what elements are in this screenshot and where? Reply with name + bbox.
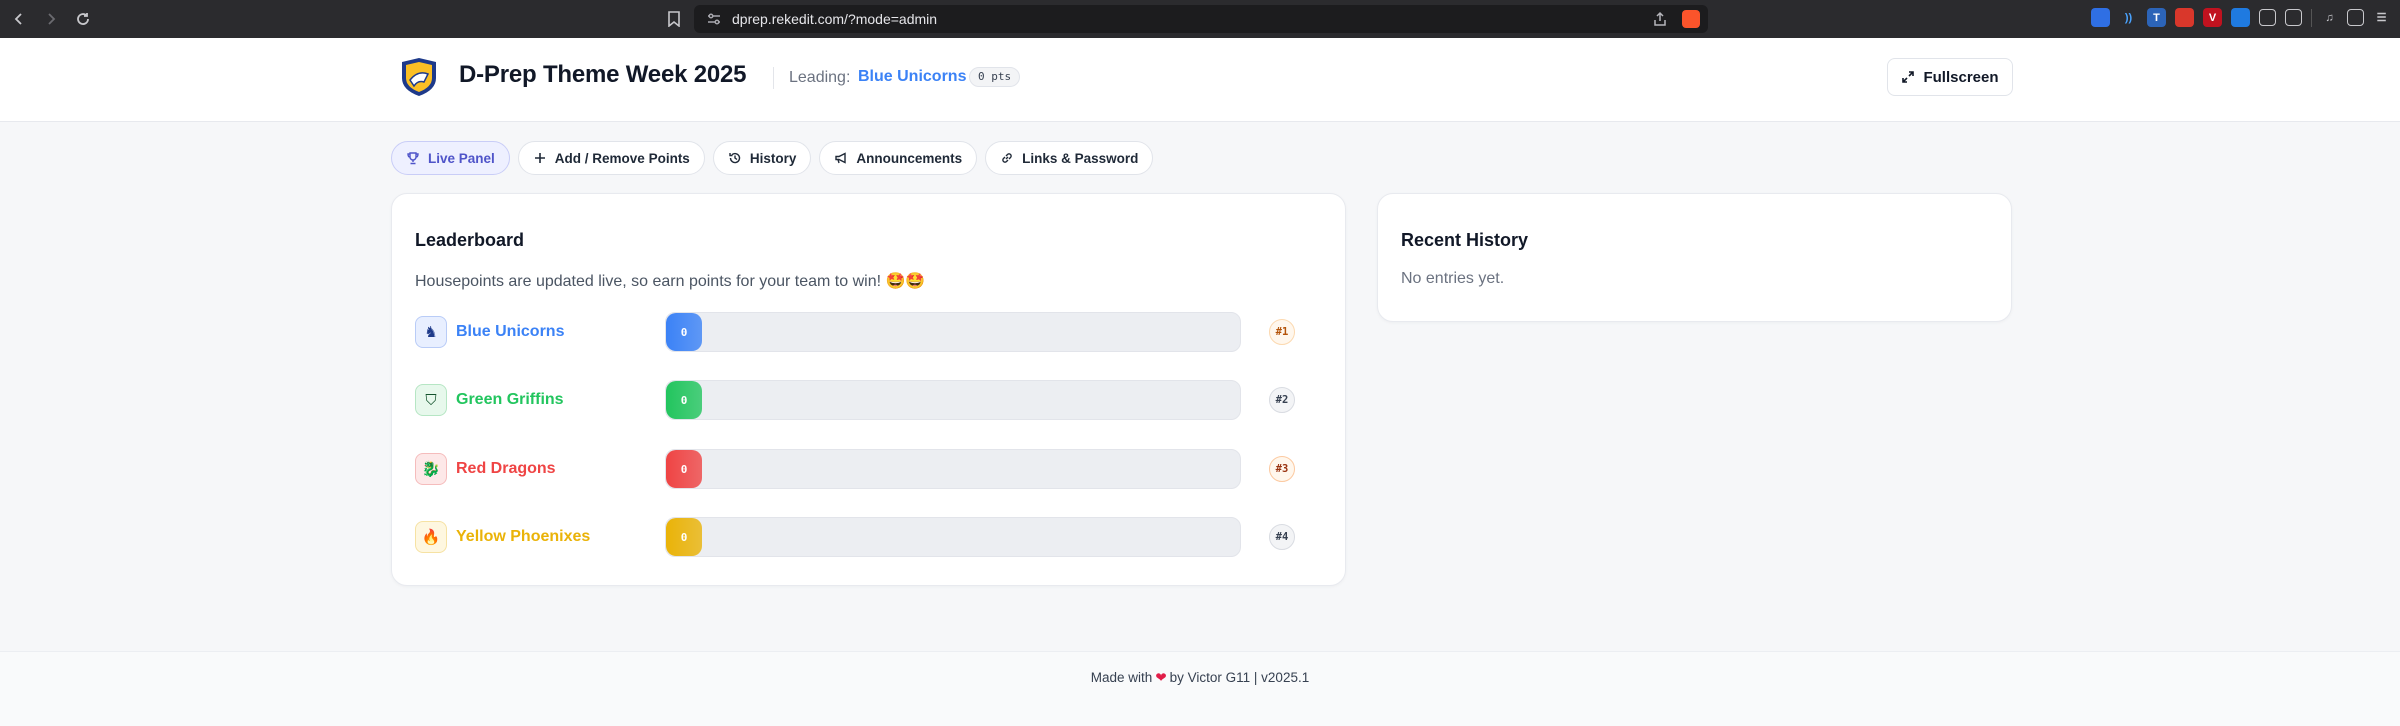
team-name: Green Griffins [456, 391, 564, 408]
tab-announcements[interactable]: Announcements [819, 141, 978, 175]
footer-made-with: Made with [1090, 670, 1153, 685]
tab-label: Links & Password [1022, 150, 1139, 166]
megaphone-icon [835, 152, 847, 164]
rank-badge: #3 [1269, 456, 1295, 482]
leaderboard-title: Leaderboard [415, 230, 525, 250]
recent-history-card: Recent History No entries yet. [1377, 193, 2012, 322]
progress-fill: 0 [666, 450, 702, 488]
history-title: Recent History [1401, 230, 1529, 250]
bookmark-button[interactable] [662, 6, 686, 32]
tab-label: Add / Remove Points [554, 150, 690, 166]
chevron-right-icon [48, 13, 56, 25]
share-icon[interactable] [1652, 11, 1668, 27]
heart-icon: ❤ [1155, 670, 1167, 685]
fullscreen-label: Fullscreen [1923, 68, 1999, 86]
chevron-left-icon [14, 13, 22, 25]
history-icon [729, 152, 741, 164]
tab-label: History [749, 150, 797, 166]
progress-track: 0 [665, 517, 1241, 557]
dragon-icon: 🐉 [415, 453, 447, 485]
url-text: dprep.rekedit.com/?mode=admin [732, 11, 938, 27]
brave-shields-icon[interactable] [1682, 10, 1700, 28]
points-badge: 0 pts [969, 67, 1021, 87]
team-name: Red Dragons [456, 460, 556, 477]
team-name: Yellow Phoenixes [456, 528, 591, 545]
forward-button[interactable] [38, 6, 64, 32]
team-row: 🐉 Red Dragons 0 #3 [415, 449, 1325, 489]
progress-fill: 0 [666, 381, 702, 419]
plus-icon [534, 153, 545, 163]
extension-red-icon[interactable] [2175, 8, 2194, 27]
team-row: 🔥 Yellow Phoenixes 0 #4 [415, 517, 1325, 557]
progress-track: 0 [665, 312, 1241, 352]
music-icon[interactable]: ♫ [2321, 9, 2338, 26]
tab-label: Live Panel [428, 150, 495, 166]
footer: Made with ❤ by Victor G11 | v2025.1 [0, 651, 2400, 726]
team-row: ⛉ Green Griffins 0 #2 [415, 380, 1325, 420]
puzzle-icon[interactable] [2259, 9, 2276, 26]
rank-badge: #4 [1269, 524, 1295, 550]
footer-author: by Victor G11 | v2025.1 [1169, 670, 1310, 685]
rank-badge: #2 [1269, 387, 1295, 413]
app-header: D-Prep Theme Week 2025 Leading: Blue Uni… [0, 38, 2400, 122]
shield-icon: ⛉ [415, 384, 447, 416]
vivaldi-icon[interactable]: V [2203, 8, 2222, 27]
menu-icon[interactable]: ☰ [2373, 9, 2390, 26]
address-bar[interactable]: dprep.rekedit.com/?mode=admin [694, 5, 1708, 33]
vpn-shield-icon[interactable] [2347, 9, 2364, 26]
team-row: ♞ Blue Unicorns 0 #1 [415, 312, 1325, 352]
tab-add-remove-points[interactable]: Add / Remove Points [517, 141, 705, 175]
settings-ext-icon[interactable] [2231, 8, 2250, 27]
leading-label: Leading: [789, 69, 851, 86]
unicorn-icon: ♞ [415, 316, 447, 348]
progress-track: 0 [665, 380, 1241, 420]
bitwarden-icon[interactable] [2091, 8, 2110, 27]
tab-live-panel[interactable]: Live Panel [391, 141, 510, 175]
leaderboard-subtitle: Housepoints are updated live, so earn po… [415, 273, 926, 290]
reload-button[interactable] [70, 6, 96, 32]
trophy-icon [407, 152, 419, 165]
footer-text: Made with ❤ by Victor G11 | v2025.1 [0, 670, 2400, 686]
team-name: Blue Unicorns [456, 323, 565, 340]
leading-team: Blue Unicorns [858, 68, 967, 85]
bookmark-icon [668, 11, 680, 27]
page-title: D-Prep Theme Week 2025 [459, 61, 747, 88]
leaderboard-card: Leaderboard Housepoints are updated live… [391, 193, 1346, 586]
translate-icon[interactable]: T [2147, 8, 2166, 27]
toolbar-divider [2311, 8, 2312, 27]
tab-history[interactable]: History [712, 141, 812, 175]
logo [402, 58, 436, 96]
history-empty-text: No entries yet. [1401, 270, 1505, 287]
calendar-icon[interactable] [2285, 9, 2302, 26]
rank-badge: #1 [1269, 319, 1295, 345]
tab-bar: Live Panel Add / Remove Points History A… [391, 141, 1154, 175]
site-settings-icon[interactable] [706, 11, 722, 27]
back-button[interactable] [6, 6, 32, 32]
header-divider [773, 67, 774, 89]
reload-icon [77, 13, 89, 25]
browser-toolbar: dprep.rekedit.com/?mode=admin )) T V ♫ ☰ [0, 0, 2400, 38]
flame-icon: 🔥 [415, 521, 447, 553]
tab-label: Announcements [856, 150, 963, 166]
extensions-bar: )) T V ♫ ☰ [2091, 8, 2390, 27]
progress-track: 0 [665, 449, 1241, 489]
link-icon [1002, 153, 1012, 163]
sound-icon[interactable]: )) [2119, 8, 2138, 27]
fullscreen-button[interactable]: Fullscreen [1887, 58, 2013, 96]
tab-links-password[interactable]: Links & Password [985, 141, 1154, 175]
progress-fill: 0 [666, 518, 702, 556]
expand-icon [1902, 71, 1915, 83]
progress-fill: 0 [666, 313, 702, 351]
